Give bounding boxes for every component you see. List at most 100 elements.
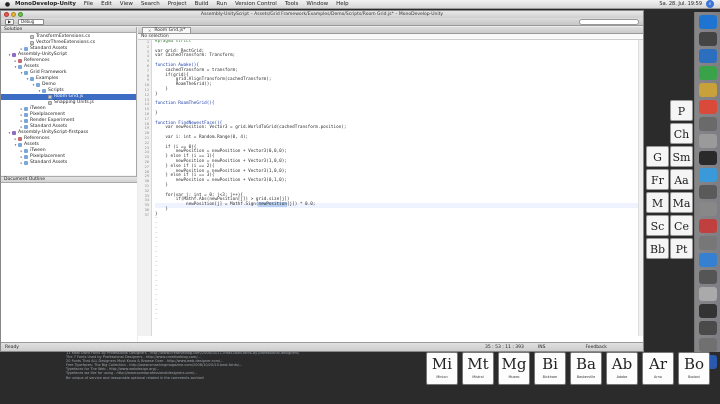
toolbar: ▶ Debug [1, 18, 643, 26]
font-tile[interactable]: Bb [646, 238, 669, 259]
font-card[interactable]: Ar Arno [642, 352, 674, 385]
spotlight-icon[interactable]: ⌕ [706, 0, 714, 8]
monodevelop-window: Assembly-UnityScript – Assets/Grid Frame… [0, 10, 644, 352]
font-card-glyph: Mt [467, 355, 489, 373]
font-card-glyph: Bi [542, 355, 558, 373]
font-tile[interactable]: Fr [646, 169, 669, 190]
font-card-glyph: Ar [648, 355, 667, 373]
menu-window[interactable]: Window [302, 1, 332, 7]
zoom-window-icon[interactable] [18, 12, 23, 17]
font-tile[interactable]: Aa [670, 169, 693, 190]
font-tile[interactable]: G [646, 146, 669, 167]
font-card-name: Minion [436, 375, 448, 379]
menu-edit[interactable]: Edit [97, 1, 116, 7]
tab-label: Room Grid.js* [154, 28, 186, 33]
dock-app-icon[interactable] [698, 304, 717, 318]
proj-icon [12, 131, 16, 135]
menubar-status: Sa. 28. Jul. 19:59 ⌕ [659, 0, 720, 8]
dock-app-icon[interactable] [698, 117, 717, 131]
editor-tabbar: × Room Grid.js* [138, 27, 643, 34]
dock-app-icon[interactable] [698, 202, 717, 216]
apple-icon[interactable]: ● [4, 1, 11, 8]
menu-project[interactable]: Project [164, 1, 191, 7]
menu-items: MonoDevelop-Unity File Edit View Search Proje… [11, 1, 353, 7]
font-card[interactable]: Mi Minion [426, 352, 458, 385]
folder-icon [24, 47, 28, 51]
font-tile[interactable]: Sc [646, 215, 669, 236]
folder-icon [18, 143, 22, 147]
line-number [138, 318, 151, 323]
code-editor[interactable]: 1 2 3 4 5 6 7 8 9 10 11 12 13 14 15 16 17 18 19 20 21 22 23 24 2… [138, 40, 643, 336]
dock-app-icon[interactable] [698, 134, 717, 148]
desktop-note-line: Be unique of service and reasonable opti… [66, 375, 205, 380]
vertical-scrollbar[interactable] [638, 40, 643, 336]
editor-area: × Room Grid.js* No selection 1 2 3 4 5 6 7 8 9 10… [138, 27, 643, 343]
config-combo[interactable]: Debug [18, 18, 44, 25]
dock-app-icon[interactable] [698, 15, 717, 29]
run-button[interactable]: ▶ [5, 18, 14, 25]
font-card[interactable]: Bo Bodoni [678, 352, 710, 385]
font-card[interactable]: Mg Museo [498, 352, 530, 385]
menu-view[interactable]: View [116, 1, 137, 7]
dock-app-icon[interactable] [698, 236, 717, 250]
font-card[interactable]: Bi Bickham [534, 352, 566, 385]
folder-icon [24, 119, 28, 123]
dock-app-icon[interactable] [698, 151, 717, 165]
dock-app-icon[interactable] [698, 83, 717, 97]
font-card[interactable]: Mt Mistral [462, 352, 494, 385]
dock-app-icon[interactable] [698, 253, 717, 267]
dock-app-icon[interactable] [698, 49, 717, 63]
font-card-glyph: Ab [611, 355, 633, 373]
menu-run[interactable]: Run [212, 1, 231, 7]
font-tile[interactable]: P [670, 100, 693, 121]
font-tile[interactable]: M [646, 192, 669, 213]
tab-room-grid[interactable]: × Room Grid.js* [142, 27, 192, 33]
font-tile[interactable]: Ma [670, 192, 693, 213]
menu-version-control[interactable]: Version Control [231, 1, 281, 7]
menu-build[interactable]: Build [191, 1, 213, 7]
font-tile[interactable]: Ch [670, 123, 693, 144]
dock-app-icon[interactable] [698, 287, 717, 301]
folder-icon [42, 89, 46, 93]
dock-app-icon[interactable] [698, 219, 717, 233]
tree-item[interactable]: ▸ Standard Assets [1, 160, 136, 166]
dock-app-icon[interactable] [698, 270, 717, 284]
font-card-glyph: Mi [431, 355, 453, 373]
font-card-name: Adobe [616, 375, 628, 379]
folder-icon [24, 125, 28, 129]
font-tile[interactable]: Sm [670, 146, 693, 167]
dock-app-icon[interactable] [698, 66, 717, 80]
close-window-icon[interactable] [4, 12, 9, 17]
menu-tools[interactable]: Tools [281, 1, 303, 7]
dock-app-icon[interactable] [698, 32, 717, 46]
font-tile[interactable]: Ce [670, 215, 693, 236]
font-card[interactable]: Ab Adobe [606, 352, 638, 385]
file-icon [48, 95, 52, 99]
font-card-name: Baskerville [576, 375, 596, 379]
font-card-glyph: Mg [501, 355, 527, 373]
menu-monodevelop-unity[interactable]: MonoDevelop-Unity [11, 1, 80, 7]
file-icon [48, 101, 52, 105]
dock-app-icon[interactable] [698, 321, 717, 335]
close-tab-icon[interactable]: × [148, 28, 151, 33]
dock [694, 12, 720, 369]
font-tile[interactable]: Pt [670, 238, 693, 259]
dock-app-icon[interactable] [698, 100, 717, 114]
font-card[interactable]: Ba Baskerville [570, 352, 602, 385]
code-line[interactable]: — [155, 317, 643, 323]
menu-help[interactable]: Help [332, 1, 353, 7]
dock-app-icon[interactable] [698, 185, 717, 199]
font-card-name: Museo [508, 375, 520, 379]
menu-search[interactable]: Search [137, 1, 164, 7]
proj-icon [12, 53, 16, 57]
code-lines[interactable]: #pragma strict var grid: RectGrid; var cac… [155, 40, 643, 323]
menu-file[interactable]: File [80, 1, 97, 7]
font-card-glyph: Ba [576, 355, 596, 373]
toolbar-search-input[interactable] [579, 18, 639, 25]
desktop-font-strip: Mi Minion Mt Mistral Mg Museo Bi Bickham Ba Baske… [426, 350, 720, 400]
window-titlebar: Assembly-UnityScript – Assets/Grid Frame… [1, 11, 643, 18]
clock[interactable]: Sa. 28. Jul. 19:59 [659, 1, 702, 7]
solution-pad: Solution TransformExtensions.cs VectorThr… [1, 27, 137, 343]
minimize-window-icon[interactable] [11, 12, 16, 17]
dock-app-icon[interactable] [698, 168, 717, 182]
